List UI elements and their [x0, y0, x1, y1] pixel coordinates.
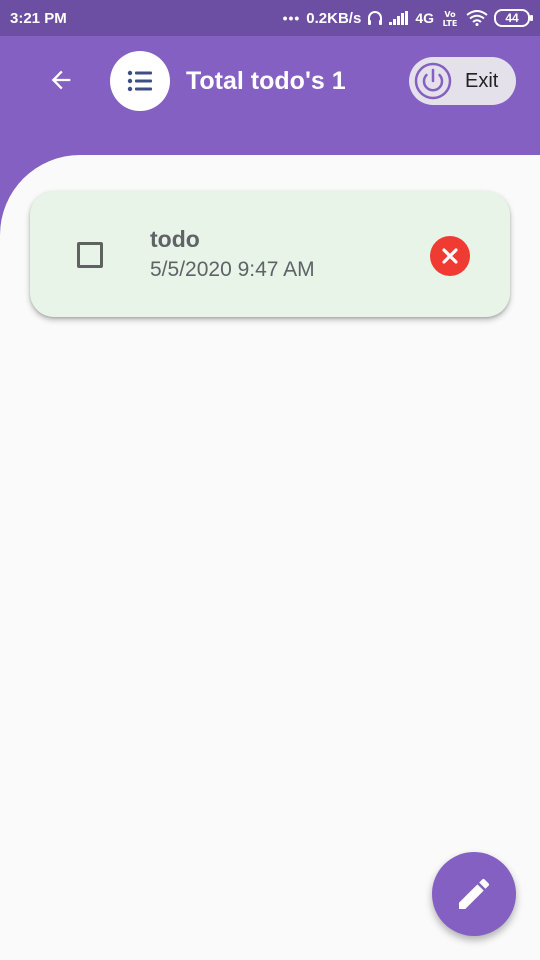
list-avatar: [110, 51, 170, 111]
todo-checkbox[interactable]: [77, 242, 103, 268]
battery-icon: 44: [494, 9, 533, 27]
status-indicators: ••• 0.2KB/s 4G Vo LTE 44: [282, 9, 533, 27]
power-icon: [413, 61, 453, 101]
wifi-icon: [466, 10, 488, 26]
exit-button[interactable]: Exit: [409, 57, 516, 105]
volte-icon: Vo LTE: [440, 9, 460, 27]
add-todo-fab[interactable]: [432, 852, 516, 936]
page-title: Total todo's 1: [186, 67, 346, 95]
pencil-icon: [459, 878, 490, 909]
todo-title: todo: [150, 226, 200, 252]
list-icon: [127, 70, 152, 92]
status-time: 3:21 PM: [10, 9, 67, 27]
exit-label: Exit: [465, 69, 499, 92]
status-dots: •••: [282, 10, 301, 26]
network-type: 4G: [415, 10, 434, 26]
arrow-left-icon: [51, 70, 71, 90]
network-speed: 0.2KB/s: [306, 9, 362, 27]
back-button[interactable]: [42, 61, 80, 99]
svg-text:LTE: LTE: [443, 19, 458, 27]
headphones-icon: [367, 10, 383, 26]
status-bar: 3:21 PM ••• 0.2KB/s 4G Vo LTE 44: [0, 0, 540, 36]
close-circle-icon: [442, 248, 458, 264]
todo-item[interactable]: todo 5/5/2020 9:47 AM: [30, 191, 510, 317]
signal-icon: [389, 11, 409, 25]
delete-todo-button[interactable]: [430, 236, 470, 276]
svg-text:Vo: Vo: [444, 10, 456, 19]
todo-datetime: 5/5/2020 9:47 AM: [150, 258, 315, 281]
